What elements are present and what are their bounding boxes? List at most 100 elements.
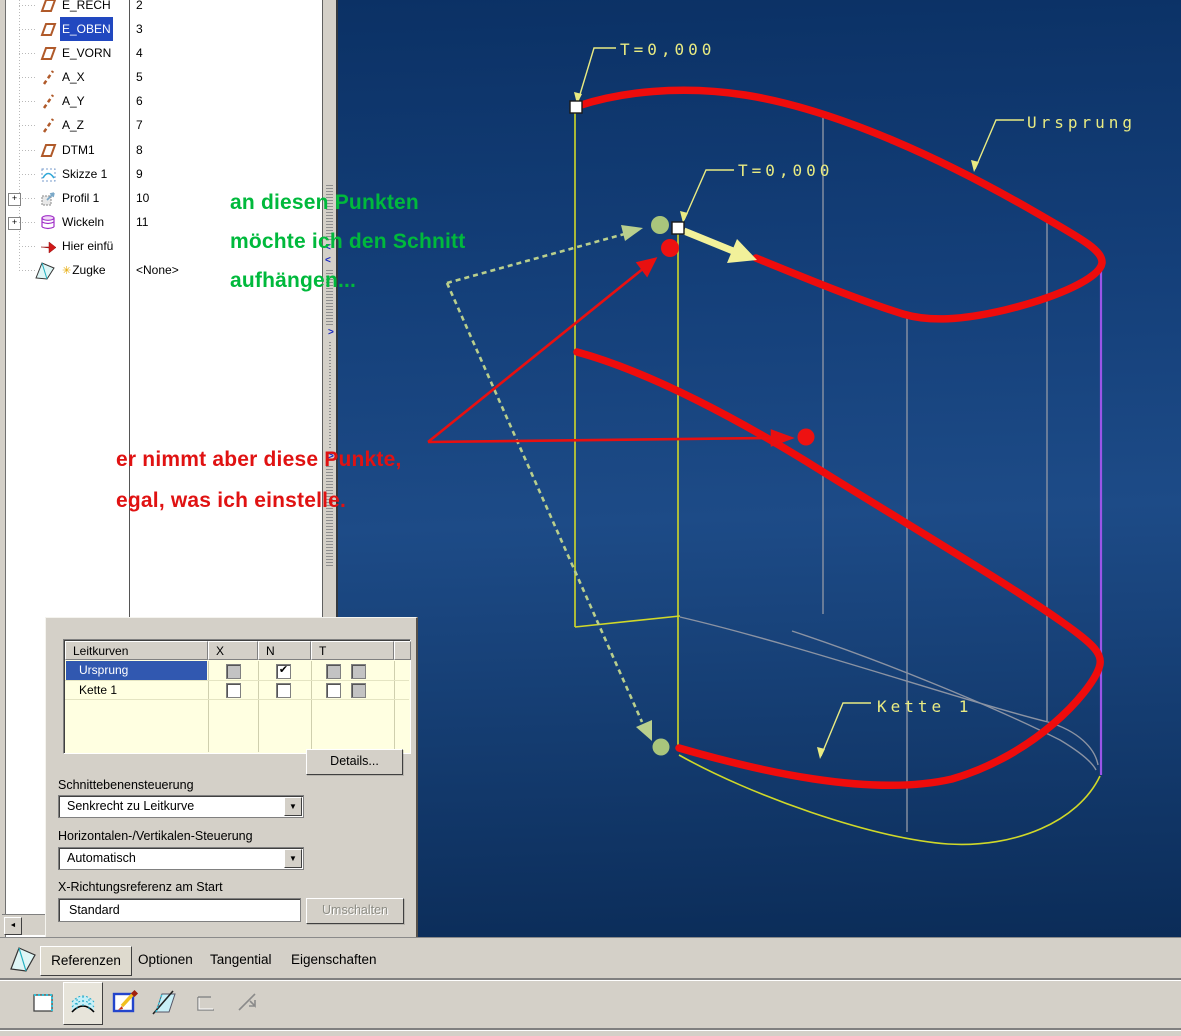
column-header-x[interactable]: X	[208, 641, 258, 660]
tree-item-number: 11	[136, 215, 149, 229]
xdir-reference-field[interactable]: Standard	[58, 898, 301, 922]
sketch-edit-button[interactable]	[108, 985, 144, 1021]
references-panel: Leitkurven X N T Ursprung Kette 1 Detail…	[45, 617, 418, 937]
corner-option-button-disabled[interactable]	[188, 985, 224, 1021]
viewport-canvas[interactable]: T=0,000 T=0,000 Ursprung Kette 1	[338, 0, 1181, 937]
swept-section-button[interactable]	[63, 982, 103, 1025]
checkbox-x-kette1[interactable]	[226, 683, 241, 698]
leitkurven-table[interactable]: Leitkurven X N T Ursprung Kette 1	[63, 639, 411, 754]
chain-curve	[573, 348, 1104, 790]
tree-item-e-vorn[interactable]: E_VORN 4	[6, 41, 322, 65]
drag-handle-origin[interactable]	[569, 100, 583, 114]
tree-item-e-oben[interactable]: E_OBEN 3	[6, 17, 322, 41]
tangent-arrow	[682, 227, 757, 263]
column-header-leitkurven[interactable]: Leitkurven	[65, 641, 208, 660]
tree-item-label[interactable]: Wickeln	[62, 210, 104, 234]
tree-item-dtm1[interactable]: DTM1 8	[6, 138, 322, 162]
tree-item-a-z[interactable]: A_Z 7	[6, 113, 322, 137]
chevron-right-icon[interactable]: >	[328, 328, 334, 338]
origin-curve-label[interactable]: Ursprung	[1027, 113, 1136, 132]
feature-dashboard: Referenzen Optionen Tangential Eigenscha…	[0, 937, 1181, 1036]
tree-item-number: 7	[136, 118, 143, 132]
hidden-edges	[679, 112, 1099, 832]
tree-item-a-y[interactable]: A_Y 6	[6, 89, 322, 113]
swept-surface-icon	[71, 995, 95, 1013]
tree-item-label[interactable]: ✳Zugke	[62, 258, 106, 283]
profile-feature-icon	[39, 189, 58, 208]
tab-tangential[interactable]: Tangential	[202, 946, 280, 974]
curve-points[interactable]	[569, 100, 815, 756]
tree-item-number: <None>	[136, 263, 179, 277]
checkbox-t2-kette1[interactable]	[351, 683, 366, 698]
checkbox-t2-ursprung[interactable]	[351, 664, 366, 679]
hv-control-select[interactable]: Automatisch ▼	[58, 847, 304, 870]
section-plane-control-select[interactable]: Senkrecht zu Leitkurve ▼	[58, 795, 304, 818]
datum-plane-icon	[39, 20, 58, 39]
expand-icon[interactable]: +	[8, 193, 21, 206]
checkbox-n-ursprung[interactable]	[276, 664, 291, 679]
section-plane-control-label: Schnittebenensteuerung	[58, 778, 194, 792]
tree-item-a-x[interactable]: A_X 5	[6, 65, 322, 89]
details-button[interactable]: Details...	[306, 749, 403, 775]
tree-item-label-selected[interactable]: E_OBEN	[60, 17, 113, 41]
drag-handle-point[interactable]	[671, 221, 685, 235]
desired-point-top[interactable]	[651, 216, 669, 234]
dropdown-arrow-icon[interactable]: ▼	[284, 797, 302, 816]
tree-item-label[interactable]: Skizze 1	[62, 162, 107, 186]
tree-item-label[interactable]: A_Z	[62, 113, 84, 137]
tab-referenzen[interactable]: Referenzen	[40, 946, 132, 976]
tree-item-number: 3	[136, 22, 143, 36]
checkbox-n-kette1[interactable]	[276, 683, 291, 698]
leader-arrowheads	[574, 92, 979, 759]
t-value-label-point[interactable]: T=0,000	[738, 161, 833, 180]
tab-eigenschaften[interactable]: Eigenschaften	[283, 946, 385, 974]
sketch-pencil-icon	[112, 989, 139, 1013]
t-value-label-origin[interactable]: T=0,000	[620, 40, 715, 59]
chain-curve-label[interactable]: Kette 1	[877, 697, 972, 716]
section-plane-button[interactable]	[146, 985, 182, 1021]
checkbox-t1-kette1[interactable]	[326, 683, 341, 698]
column-header-n[interactable]: N	[258, 641, 311, 660]
direction-arrow-button-disabled[interactable]	[230, 985, 266, 1021]
tree-item-number: 10	[136, 191, 150, 205]
umschalten-button[interactable]: Umschalten	[306, 898, 404, 924]
table-row-ursprung[interactable]: Ursprung	[66, 661, 207, 680]
tree-item-label[interactable]: Profil 1	[62, 186, 99, 210]
tree-hscrollbar[interactable]: ◄	[2, 914, 46, 935]
table-row-kette1[interactable]: Kette 1	[66, 681, 207, 700]
datum-plane-icon	[39, 0, 58, 15]
tree-item-label[interactable]: E_RECH	[62, 0, 111, 17]
wrap-feature-icon	[39, 213, 58, 232]
tree-item-label[interactable]: Hier einfü	[62, 234, 113, 258]
column-header-t[interactable]: T	[311, 641, 394, 660]
tree-item-number: 4	[136, 46, 143, 60]
tree-item-skizze1[interactable]: Skizze 1 9	[6, 162, 322, 186]
datum-plane-icon	[39, 141, 58, 160]
tree-item-label[interactable]: E_VORN	[62, 41, 111, 65]
viewport-3d[interactable]: T=0,000 T=0,000 Ursprung Kette 1	[338, 0, 1181, 937]
sketch-lines[interactable]	[574, 107, 1101, 846]
column-header-spacer	[394, 641, 411, 660]
flat-section-button[interactable]	[26, 985, 62, 1021]
dropdown-arrow-icon[interactable]: ▼	[284, 849, 302, 868]
scroll-left-button[interactable]: ◄	[4, 917, 22, 935]
tree-item-label[interactable]: A_X	[62, 65, 85, 89]
tree-item-number: 8	[136, 143, 143, 157]
annotation-text-green: an diesen Punkten möchte ich den Schnitt…	[230, 191, 466, 292]
tree-item-label[interactable]: DTM1	[62, 138, 95, 162]
actual-point-right[interactable]	[797, 428, 815, 446]
tab-optionen[interactable]: Optionen	[130, 946, 201, 974]
actual-point-top[interactable]	[661, 239, 679, 257]
checkbox-x-ursprung[interactable]	[226, 664, 241, 679]
incomplete-star-icon: ✳	[62, 265, 72, 277]
sweep-feature-icon	[34, 259, 58, 281]
tree-item-label[interactable]: A_Y	[62, 89, 85, 113]
tree-item-e-rech[interactable]: E_RECH 2	[6, 0, 322, 17]
green-annotation-arrows	[445, 225, 652, 741]
expand-icon[interactable]: +	[8, 217, 21, 230]
desired-point-bottom[interactable]	[652, 738, 670, 756]
highlighted-curves[interactable]	[573, 86, 1106, 790]
checkbox-t1-ursprung[interactable]	[326, 664, 341, 679]
tree-item-number: 6	[136, 94, 143, 108]
direction-arrow-icon	[238, 993, 256, 1011]
